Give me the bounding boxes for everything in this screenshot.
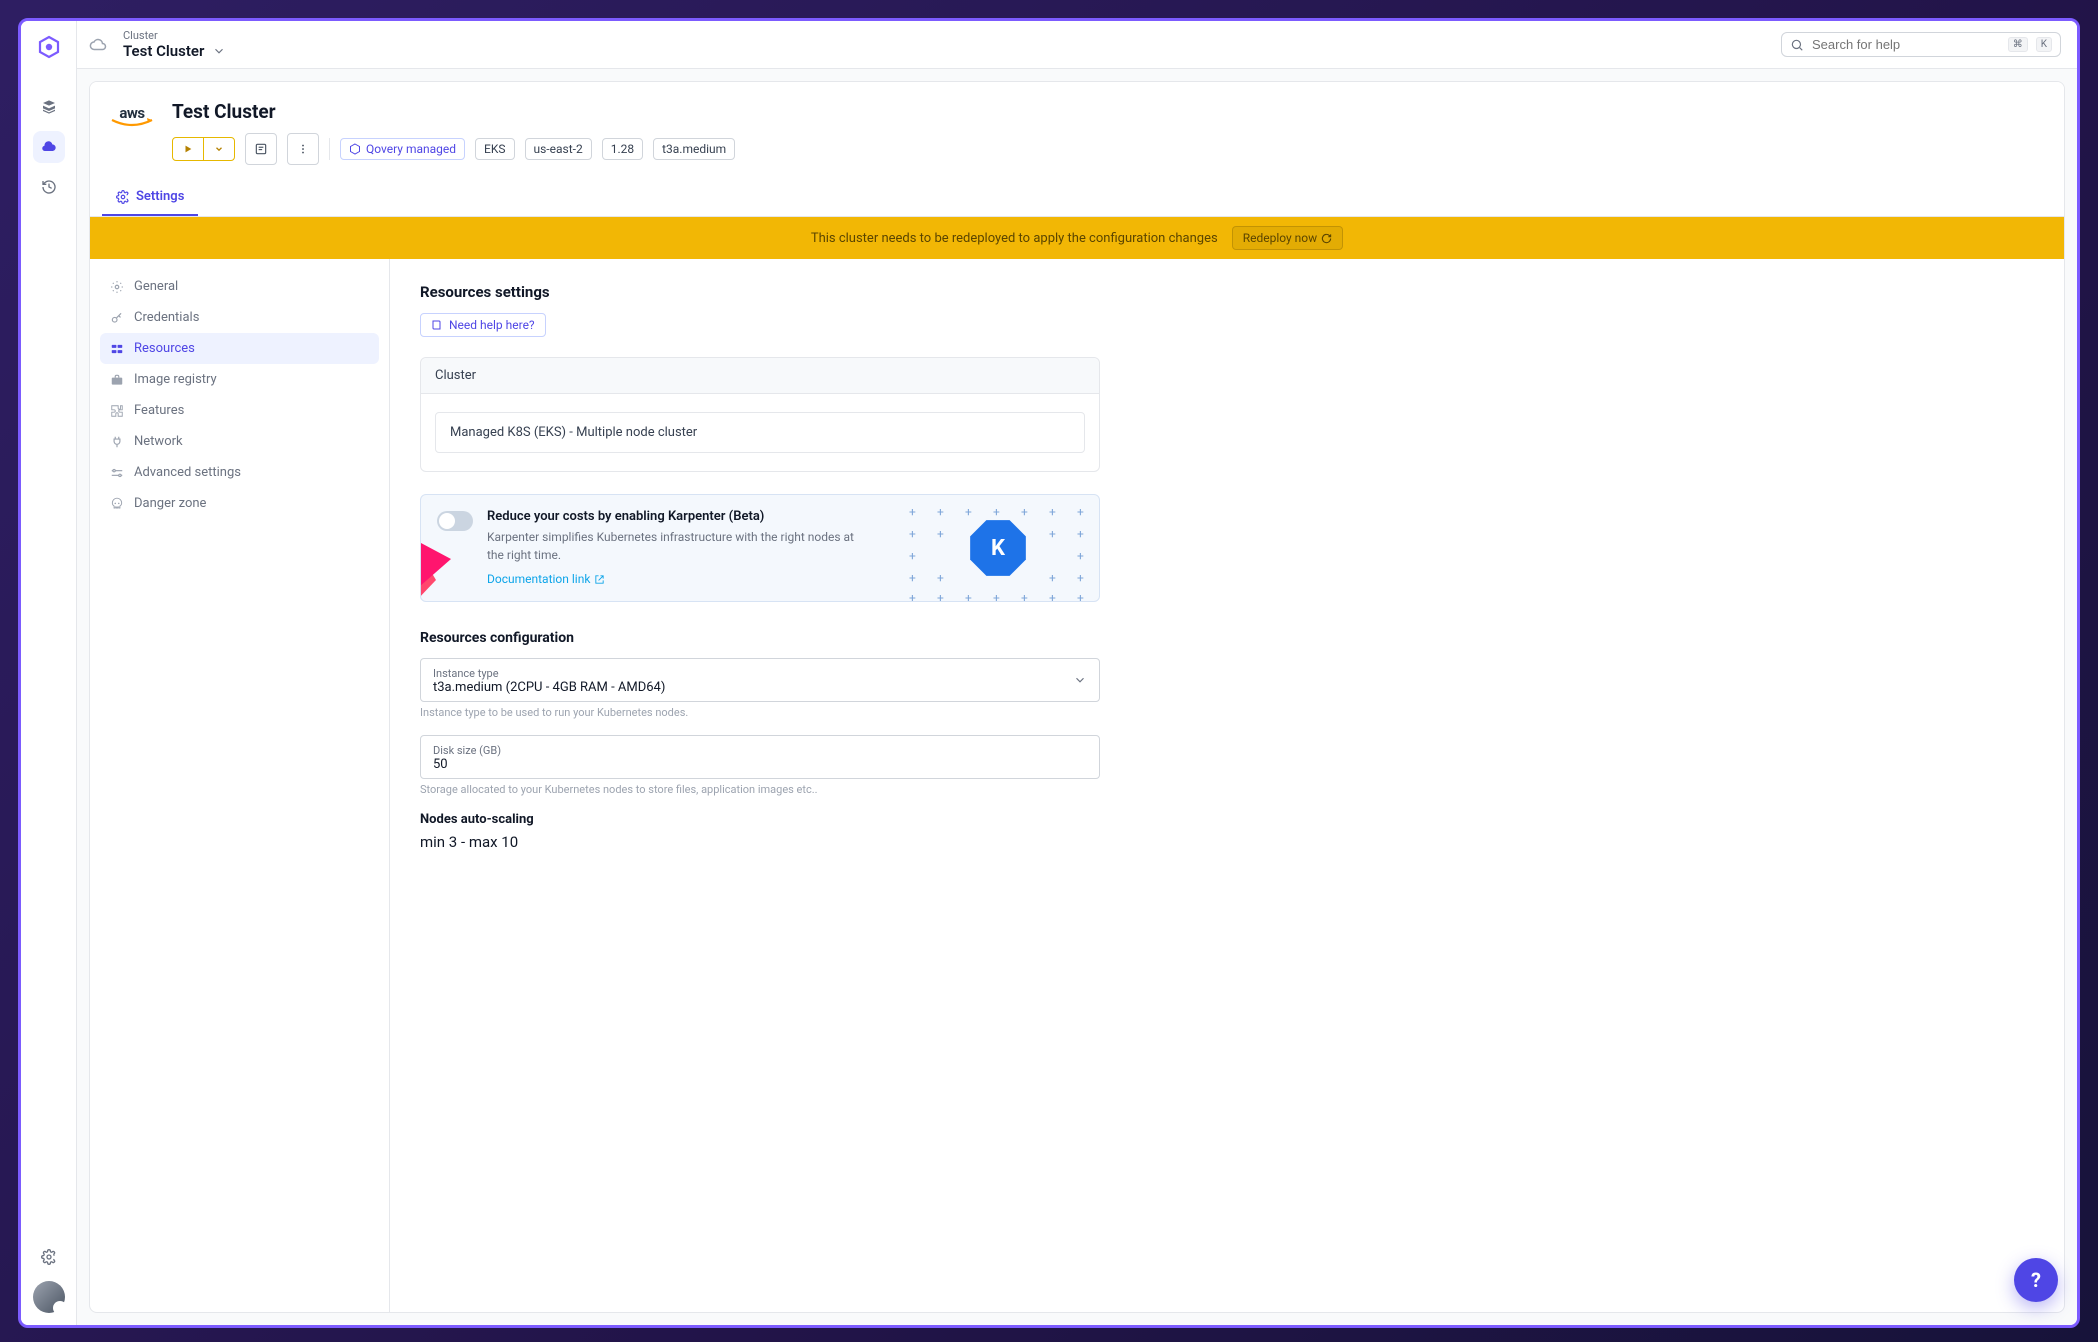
sidebar-item-resources[interactable]: Resources [100, 333, 379, 364]
gear-icon [110, 280, 124, 294]
resconf-title: Resources configuration [420, 630, 2034, 646]
tag-instance: t3a.medium [653, 138, 735, 160]
redeploy-now-label: Redeploy now [1243, 231, 1317, 245]
breadcrumb-value: Test Cluster [123, 42, 204, 60]
sidebar-item-features[interactable]: Features [100, 395, 379, 426]
deploy-menu-button[interactable] [203, 138, 234, 160]
panel-title: Resources settings [420, 283, 2034, 301]
sidebar-item-advanced[interactable]: Advanced settings [100, 457, 379, 488]
sliders-icon [110, 466, 124, 480]
karpenter-illustration: +++++++ ++++ ++ ++++ +++++++ K [903, 501, 1093, 595]
disk-size-input[interactable]: Disk size (GB) 50 [420, 735, 1100, 779]
rail-settings-icon[interactable] [33, 1241, 65, 1273]
cluster-title: Test Cluster [172, 100, 2044, 123]
tag-managed-label: Qovery managed [366, 142, 456, 156]
sidebar-item-label: General [134, 279, 178, 294]
cluster-card-head: Cluster [421, 358, 1099, 394]
tag-region: us-east-2 [525, 138, 592, 160]
cloud-icon [89, 36, 107, 54]
karpenter-description: Karpenter simplifies Kubernetes infrastr… [487, 528, 867, 564]
book-icon [431, 319, 443, 331]
gear-icon [116, 190, 130, 204]
search-input[interactable] [1812, 37, 2000, 52]
tabs: Settings [90, 179, 2064, 217]
sidebar-item-danger[interactable]: Danger zone [100, 488, 379, 519]
deploy-play-button[interactable] [173, 138, 203, 160]
banner-text: This cluster needs to be redeployed to a… [811, 231, 1218, 246]
help-fab[interactable]: ? [2014, 1258, 2058, 1302]
tag-version: 1.28 [602, 138, 643, 160]
chevron-down-icon [1073, 673, 1087, 687]
disk-size-label: Disk size (GB) [433, 744, 1087, 757]
resources-icon [110, 342, 124, 356]
tag-eks: EKS [475, 138, 514, 160]
tag-managed: Qovery managed [340, 138, 465, 160]
annotation-arrow [420, 525, 451, 602]
autoscale-title: Nodes auto-scaling [420, 812, 2034, 827]
key-icon [110, 311, 124, 325]
nav-rail [21, 21, 77, 1325]
cluster-type-value: Managed K8S (EKS) - Multiple node cluste… [435, 412, 1085, 453]
sidebar-item-label: Resources [134, 341, 195, 356]
aws-logo: aws [110, 104, 154, 132]
sidebar-item-label: Credentials [134, 310, 199, 325]
settings-sidebar: General Credentials Resources Image regi… [90, 259, 390, 1312]
breadcrumb-label: Cluster [123, 29, 226, 42]
search-icon [1790, 38, 1804, 52]
karpenter-card: Reduce your costs by enabling Karpenter … [420, 494, 1100, 602]
external-link-icon [594, 574, 605, 585]
instance-type-value: t3a.medium (2CPU - 4GB RAM - AMD64) [433, 680, 1087, 695]
sidebar-item-label: Image registry [134, 372, 217, 387]
skull-icon [110, 497, 124, 511]
cluster-card: Cluster Managed K8S (EKS) - Multiple nod… [420, 357, 1100, 472]
rail-environments-icon[interactable] [33, 91, 65, 123]
user-avatar[interactable] [33, 1281, 65, 1313]
tab-settings[interactable]: Settings [102, 179, 198, 216]
sidebar-item-credentials[interactable]: Credentials [100, 302, 379, 333]
search-box[interactable]: ⌘ K [1781, 32, 2061, 57]
karpenter-doc-link-label: Documentation link [487, 572, 590, 586]
deploy-button-group [172, 137, 235, 161]
settings-panel: Resources settings Need help here? Clust… [390, 259, 2064, 1312]
sidebar-item-general[interactable]: General [100, 271, 379, 302]
cluster-header: aws Test Cluster [90, 82, 2064, 165]
refresh-icon [1321, 233, 1332, 244]
need-help-label: Need help here? [449, 318, 535, 332]
sidebar-item-label: Network [134, 434, 183, 449]
need-help-button[interactable]: Need help here? [420, 313, 546, 337]
tab-settings-label: Settings [136, 189, 184, 204]
brand-logo [35, 33, 63, 61]
sidebar-item-label: Features [134, 403, 184, 418]
puzzle-icon [110, 404, 124, 418]
chevron-down-icon[interactable] [212, 44, 226, 58]
kbd-k: K [2036, 37, 2052, 52]
rail-clusters-icon[interactable] [33, 131, 65, 163]
sidebar-item-image-registry[interactable]: Image registry [100, 364, 379, 395]
rail-history-icon[interactable] [33, 171, 65, 203]
breadcrumb[interactable]: Cluster Test Cluster [123, 29, 226, 60]
logs-button[interactable] [245, 133, 277, 165]
autoscale-value: min 3 - max 10 [420, 833, 2034, 851]
sidebar-item-network[interactable]: Network [100, 426, 379, 457]
kbd-cmd: ⌘ [2008, 37, 2028, 52]
more-menu-button[interactable] [287, 133, 319, 165]
karpenter-toggle[interactable] [437, 511, 473, 531]
instance-type-label: Instance type [433, 667, 1087, 680]
disk-size-hint: Storage allocated to your Kubernetes nod… [420, 783, 1100, 796]
topbar: Cluster Test Cluster ⌘ K [77, 21, 2077, 69]
sidebar-item-label: Advanced settings [134, 465, 241, 480]
instance-type-hint: Instance type to be used to run your Kub… [420, 706, 1100, 719]
plug-icon [110, 435, 124, 449]
briefcase-icon [110, 373, 124, 387]
instance-type-select[interactable]: Instance type t3a.medium (2CPU - 4GB RAM… [420, 658, 1100, 702]
sidebar-item-label: Danger zone [134, 496, 206, 511]
redeploy-banner: This cluster needs to be redeployed to a… [90, 217, 2064, 259]
disk-size-value: 50 [433, 757, 1087, 772]
redeploy-now-button[interactable]: Redeploy now [1232, 226, 1343, 250]
karpenter-doc-link[interactable]: Documentation link [487, 572, 605, 586]
